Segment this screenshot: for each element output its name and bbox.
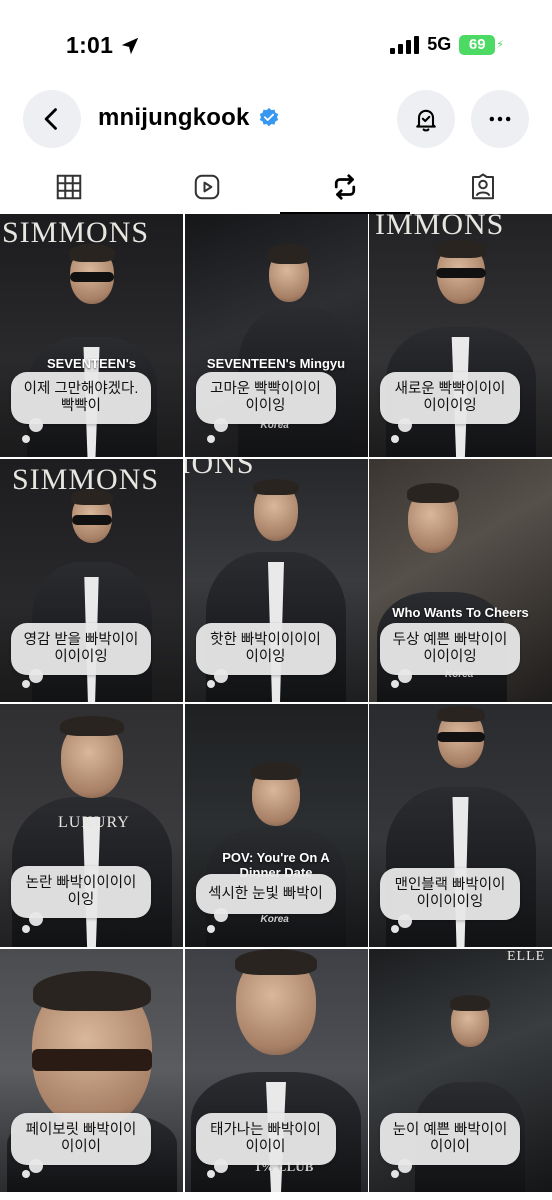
grid-item[interactable]: SIMMONS SEVENTEEN's 이제 그만해야겠다. 빡빡이 [0, 214, 183, 457]
notifications-button[interactable] [397, 90, 455, 148]
multi-dot-icon [22, 435, 30, 443]
grid-item[interactable]: Who Wants To Cheers Korea 두상 예쁜 빠박이이 이이이… [369, 459, 552, 702]
grid-item[interactable]: ELLE 눈이 예쁜 빠박이이 이이이 [369, 949, 552, 1192]
multi-dot-icon [391, 680, 399, 688]
video-title: Who Wants To Cheers [392, 605, 529, 620]
note-bubble: 논란 빠박이이이이 이잉 [11, 866, 151, 926]
profile-header: mnijungkook [0, 90, 552, 152]
brand-text: LUXURY [58, 814, 130, 831]
brand-text: IONS [184, 459, 255, 480]
note-bubble: 섹시한 눈빛 빠박이 [195, 874, 336, 922]
tagged-icon [472, 173, 494, 200]
note-bubble: 고마운 빡빡이이이 이이잉 [195, 372, 336, 432]
tab-reposts[interactable] [276, 160, 414, 214]
note-bubble: 두상 예쁜 빠박이이 이이이잉 [380, 623, 520, 683]
brand-text: IMMONS [375, 214, 505, 241]
profile-username: mnijungkook [98, 104, 280, 132]
note-bubble: 눈이 예쁜 빠박이이 이이이 [380, 1113, 520, 1173]
multi-dot-icon [206, 680, 215, 688]
multi-dot-icon [206, 1170, 215, 1178]
multi-dot-icon [391, 1170, 399, 1178]
grid-item[interactable]: POV: You're On A Dinner Date Korea 섹시한 눈… [184, 704, 368, 947]
clock-text: 1:01 [66, 32, 114, 58]
verified-badge-icon [259, 107, 278, 127]
reels-icon [194, 174, 220, 200]
brand-text: ELLE [507, 949, 546, 964]
cellular-signal-icon [390, 35, 420, 54]
grid-item[interactable]: 페이보릿 빠박이이 이이이 [0, 949, 183, 1192]
multi-dot-icon [206, 435, 215, 443]
tab-tagged[interactable] [414, 160, 552, 214]
multi-dot-icon [206, 925, 215, 933]
grid-item[interactable]: 맨인블랙 빠박이이 이이이이잉 [369, 704, 552, 947]
grid-icon [56, 174, 82, 200]
note-bubble: 페이보릿 빠박이이 이이이 [11, 1113, 151, 1173]
charging-bolt-icon: ⚡ [496, 39, 504, 51]
bell-check-icon [416, 109, 436, 132]
status-indicators: 5G 69 ⚡ [390, 34, 504, 55]
note-bubble: 핫한 빠박이이이이 이이잉 [195, 623, 336, 683]
back-button[interactable] [23, 90, 81, 148]
status-time: 1:01 [66, 32, 141, 59]
grid-item[interactable]: IMMONS 새로운 빡빡이이이 이이이잉 [369, 214, 552, 457]
network-type: 5G [427, 34, 452, 54]
grid-item[interactable]: SIMMONS 영감 받을 빠박이이 이이이잉 [0, 459, 183, 702]
multi-dot-icon [22, 680, 30, 688]
grid-item[interactable]: IONS 핫한 빠박이이이이 이이잉 [184, 459, 368, 702]
grid-item[interactable]: SEVENTEEN's Mingyu Korea 고마운 빡빡이이이 이이잉 [184, 214, 368, 457]
video-title: SEVENTEEN's Mingyu [206, 356, 346, 371]
reposts-icon [334, 174, 356, 200]
multi-dot-icon [22, 925, 30, 933]
note-bubble: 맨인블랙 빠박이이 이이이이잉 [380, 868, 520, 928]
chevron-left-icon [44, 108, 57, 130]
ellipsis-icon [489, 116, 511, 122]
note-bubble: 영감 받을 빠박이이 이이이잉 [11, 623, 151, 683]
grid-item[interactable]: LUXURY 논란 빠박이이이이 이잉 [0, 704, 183, 947]
grid-item[interactable]: 1% CLUB 태가나는 빠박이이 이이이 [184, 949, 368, 1192]
tab-reels[interactable] [138, 160, 276, 214]
note-bubble: 태가나는 빠박이이 이이이 [195, 1113, 336, 1173]
multi-dot-icon [391, 435, 399, 443]
battery-icon: 69 ⚡ [459, 34, 504, 55]
multi-dot-icon [391, 925, 399, 933]
watermark-text: Korea [260, 914, 289, 925]
note-bubble: 이제 그만해야겠다. 빡빡이 [11, 372, 151, 432]
status-bar: 1:01 5G 69 ⚡ [0, 0, 552, 90]
multi-dot-icon [22, 1170, 30, 1178]
battery-level: 69 [459, 34, 496, 55]
profile-tabs [0, 160, 552, 214]
location-arrow-icon [121, 37, 139, 54]
note-bubble: 새로운 빡빡이이이 이이이잉 [380, 372, 520, 432]
reposts-grid: SIMMONS SEVENTEEN's 이제 그만해야겠다. 빡빡이 SEVEN… [0, 214, 552, 1200]
video-title: SEVENTEEN's [46, 356, 137, 371]
more-options-button[interactable] [471, 90, 529, 148]
tab-posts-grid[interactable] [0, 160, 138, 214]
username-text: mnijungkook [98, 104, 250, 131]
